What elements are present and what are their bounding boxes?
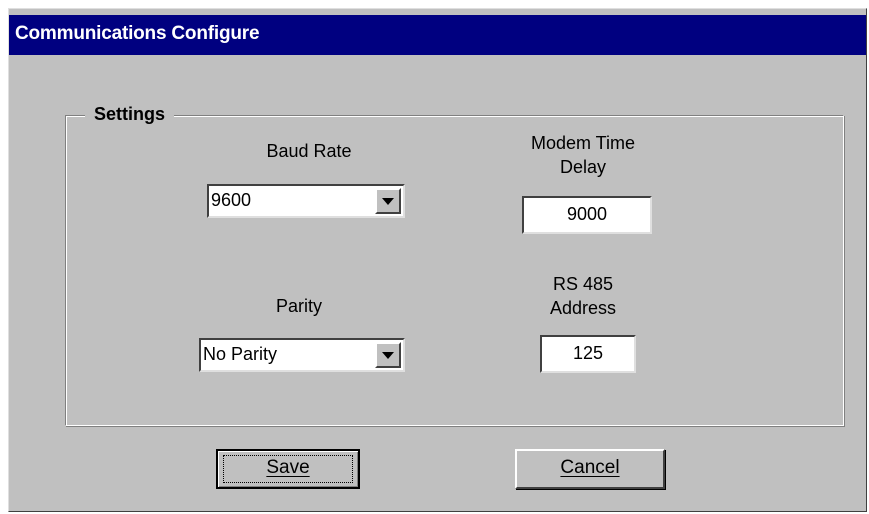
parity-label-text: Parity: [275, 296, 322, 316]
baud-rate-select[interactable]: 9600: [207, 184, 405, 218]
modem-time-delay-label-line2: Delay: [559, 157, 607, 177]
baud-rate-value: 9600: [211, 190, 252, 210]
save-button-label: Save: [266, 457, 310, 478]
settings-group-label: Settings: [85, 104, 175, 125]
modem-time-delay-label: Modem Time Delay: [483, 131, 683, 179]
rs485-address-label: RS 485 Address: [483, 272, 683, 320]
title-bar[interactable]: Communications Configure: [9, 15, 866, 55]
window-title: Communications Configure: [15, 23, 260, 44]
parity-label: Parity: [199, 294, 399, 318]
cancel-button[interactable]: Cancel: [515, 449, 665, 489]
baud-rate-label-text: Baud Rate: [266, 141, 352, 161]
parity-value: No Parity: [203, 344, 278, 364]
save-button[interactable]: Save: [216, 449, 360, 489]
parity-dropdown-button[interactable]: [375, 342, 401, 368]
chevron-down-icon: [382, 352, 394, 359]
chevron-down-icon: [382, 198, 394, 205]
rs485-address-input[interactable]: 125: [540, 335, 636, 373]
rs485-address-label-line2: Address: [549, 298, 617, 318]
cancel-button-label: Cancel: [560, 457, 620, 478]
modem-time-delay-label-line1: Modem Time: [530, 133, 636, 153]
communications-configure-window: Communications Configure Settings Baud R…: [8, 8, 867, 512]
rs485-address-label-line1: RS 485: [552, 274, 614, 294]
parity-select[interactable]: No Parity: [199, 338, 405, 372]
settings-groupbox: [65, 115, 844, 426]
modem-time-delay-input[interactable]: 9000: [522, 196, 652, 234]
baud-rate-dropdown-button[interactable]: [375, 188, 401, 214]
baud-rate-label: Baud Rate: [209, 139, 409, 163]
